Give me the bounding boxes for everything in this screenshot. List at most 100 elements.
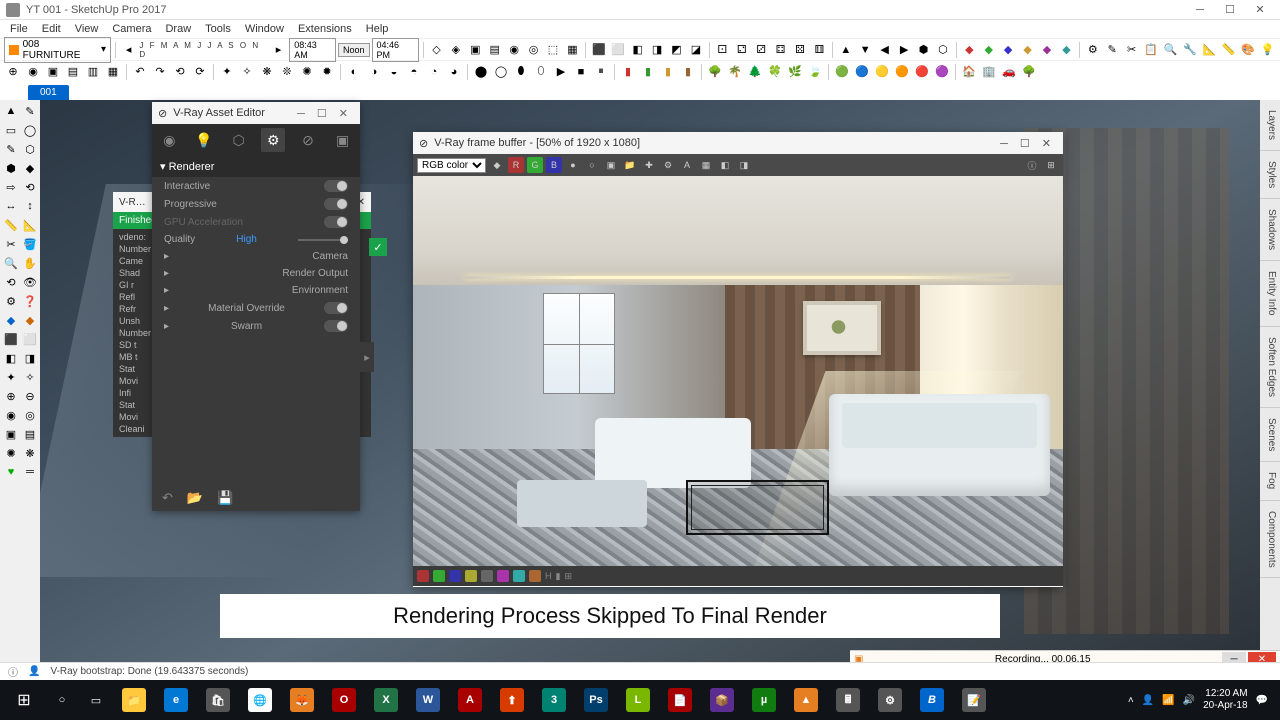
fb-tool[interactable]: ◨ xyxy=(736,157,752,173)
tool-icon[interactable]: ✦ xyxy=(2,368,20,386)
app-pdf[interactable]: 📄 xyxy=(660,680,700,720)
start-button[interactable]: ⊞ xyxy=(4,680,44,720)
tool-icon[interactable]: ⚃ xyxy=(772,41,789,59)
tool-icon[interactable]: ▶ xyxy=(895,41,912,59)
tool-icon[interactable]: 🟡 xyxy=(873,63,891,81)
tool-icon[interactable]: 🟠 xyxy=(893,63,911,81)
maximize-button[interactable]: ☐ xyxy=(1014,138,1036,150)
search-button[interactable]: ○ xyxy=(46,684,78,716)
tool-icon[interactable]: ▲ xyxy=(837,41,854,59)
tool-icon[interactable]: ↕ xyxy=(21,197,39,215)
toggle-swarm[interactable] xyxy=(324,320,348,332)
tool-icon[interactable]: ◀ xyxy=(876,41,893,59)
next-button[interactable]: ▸ xyxy=(270,41,287,59)
minimize-button[interactable]: ─ xyxy=(994,138,1014,150)
maximize-button[interactable]: ☐ xyxy=(311,108,333,120)
status-swatch[interactable] xyxy=(433,570,445,582)
tool-icon[interactable]: ◕ xyxy=(445,63,463,81)
close-button[interactable]: ✕ xyxy=(1036,138,1057,150)
tool-icon[interactable]: ◆ xyxy=(1019,41,1036,59)
vray-frame-buffer[interactable]: ⊘V-Ray frame buffer - [50% of 1920 x 108… xyxy=(413,132,1063,587)
tool-icon[interactable]: ⚀ xyxy=(714,41,731,59)
tool-icon[interactable]: ✂ xyxy=(2,235,20,253)
tool-icon[interactable]: ♥ xyxy=(2,463,20,481)
fb-tool[interactable]: ▣ xyxy=(603,157,619,173)
tray-entity-info[interactable]: Entity Info xyxy=(1260,261,1280,326)
tool-icon[interactable]: ◆ xyxy=(999,41,1016,59)
tool-icon[interactable]: ▦ xyxy=(564,41,581,59)
group-render-output[interactable]: ▸ Render Output xyxy=(152,265,360,282)
tool-icon[interactable]: ❋ xyxy=(258,63,276,81)
tool-icon[interactable]: 🔍 xyxy=(1162,41,1179,59)
tray-scenes[interactable]: Scenes xyxy=(1260,408,1280,462)
app-3dsmax[interactable]: 3 xyxy=(534,680,574,720)
tool-icon[interactable]: ❓ xyxy=(21,292,39,310)
tool-icon[interactable]: 🔍 xyxy=(2,254,20,272)
tool-icon[interactable]: ⟲ xyxy=(21,178,39,196)
tool-icon[interactable]: ▶ xyxy=(552,63,570,81)
tool-icon[interactable]: ⊖ xyxy=(21,387,39,405)
menu-window[interactable]: Window xyxy=(239,22,290,36)
app-torrent[interactable]: µ xyxy=(744,680,784,720)
tool-icon[interactable]: ═ xyxy=(21,463,39,481)
tool-icon[interactable]: 🟣 xyxy=(933,63,951,81)
fb-tool[interactable]: ⓘ xyxy=(1024,157,1040,173)
app-autocad[interactable]: A xyxy=(450,680,490,720)
menu-edit[interactable]: Edit xyxy=(36,22,67,36)
status-swatch[interactable] xyxy=(497,570,509,582)
tray-network-icon[interactable]: 📶 xyxy=(1162,695,1174,706)
tool-icon[interactable]: 🌳 xyxy=(1020,63,1038,81)
tool-icon[interactable]: ◎ xyxy=(525,41,542,59)
section-renderer[interactable]: ▾ Renderer xyxy=(152,156,360,177)
tool-icon[interactable]: ▦ xyxy=(104,63,122,81)
tool-icon[interactable]: 📐 xyxy=(21,216,39,234)
tool-icon[interactable]: 🔧 xyxy=(1181,41,1198,59)
tool-icon[interactable]: ✺ xyxy=(2,444,20,462)
tool-icon[interactable]: ▮ xyxy=(679,63,697,81)
tool-icon[interactable]: ■ xyxy=(572,63,590,81)
quality-slider[interactable] xyxy=(298,239,348,241)
rgb-icon[interactable]: ◆ xyxy=(489,157,505,173)
tool-icon[interactable]: ◪ xyxy=(687,41,704,59)
tool-icon[interactable]: ◐ xyxy=(345,63,363,81)
tool-icon[interactable]: ▣ xyxy=(2,425,20,443)
app-vlc[interactable]: ▲ xyxy=(786,680,826,720)
tool-icon[interactable]: 📏 xyxy=(2,216,20,234)
tool-icon[interactable]: ⬤ xyxy=(472,63,490,81)
toggle-gpu[interactable] xyxy=(324,216,348,228)
fb-tool[interactable]: ▦ xyxy=(698,157,714,173)
save-icon[interactable]: 💾 xyxy=(217,490,233,506)
tool-icon[interactable]: ✎ xyxy=(2,140,20,158)
tray-soften[interactable]: Soften Edges xyxy=(1260,327,1280,408)
status-swatch[interactable] xyxy=(417,570,429,582)
tool-icon[interactable]: ↷ xyxy=(151,63,169,81)
maximize-button[interactable]: ☐ xyxy=(1216,1,1244,19)
tool-icon[interactable]: ⟳ xyxy=(191,63,209,81)
tool-icon[interactable]: 🌳 xyxy=(706,63,724,81)
fb-tool[interactable]: ⚙ xyxy=(660,157,676,173)
tool-icon[interactable]: ◉ xyxy=(2,406,20,424)
tray-shadows[interactable]: Shadows xyxy=(1260,199,1280,261)
tray-volume-icon[interactable]: 🔊 xyxy=(1183,695,1195,706)
tool-icon[interactable]: ◧ xyxy=(629,41,646,59)
tool-icon[interactable]: ◆ xyxy=(980,41,997,59)
vray-asset-editor[interactable]: ⊘V-Ray Asset Editor ─☐✕ ◉ 💡 ⬡ ⚙ ⊘ ▣ ▾ Re… xyxy=(152,102,360,511)
tool-icon[interactable]: 📐 xyxy=(1201,41,1218,59)
status-icon[interactable]: ⊞ xyxy=(564,571,572,582)
fb-tool[interactable]: ⊞ xyxy=(1043,157,1059,173)
layer-dropdown[interactable]: 008 FURNITURE ▾ xyxy=(4,37,111,63)
tool-icon[interactable]: ⬜ xyxy=(610,41,627,59)
app-calc[interactable]: 🖩 xyxy=(828,680,868,720)
tool-icon[interactable]: ◯ xyxy=(492,63,510,81)
channel-r[interactable]: R xyxy=(508,157,524,173)
tool-icon[interactable]: 🔴 xyxy=(913,63,931,81)
tool-icon[interactable]: ▥ xyxy=(84,63,102,81)
tool-icon[interactable]: ⬛ xyxy=(590,41,607,59)
tool-icon[interactable]: ⬡ xyxy=(21,140,39,158)
tool-icon[interactable]: ▣ xyxy=(467,41,484,59)
tray-layers[interactable]: Layers xyxy=(1260,100,1280,151)
status-swatch[interactable] xyxy=(481,570,493,582)
group-environment[interactable]: ▸ Environment xyxy=(152,282,360,299)
tool-icon[interactable]: ↔ xyxy=(2,197,20,215)
tool-icon[interactable]: ⟲ xyxy=(171,63,189,81)
